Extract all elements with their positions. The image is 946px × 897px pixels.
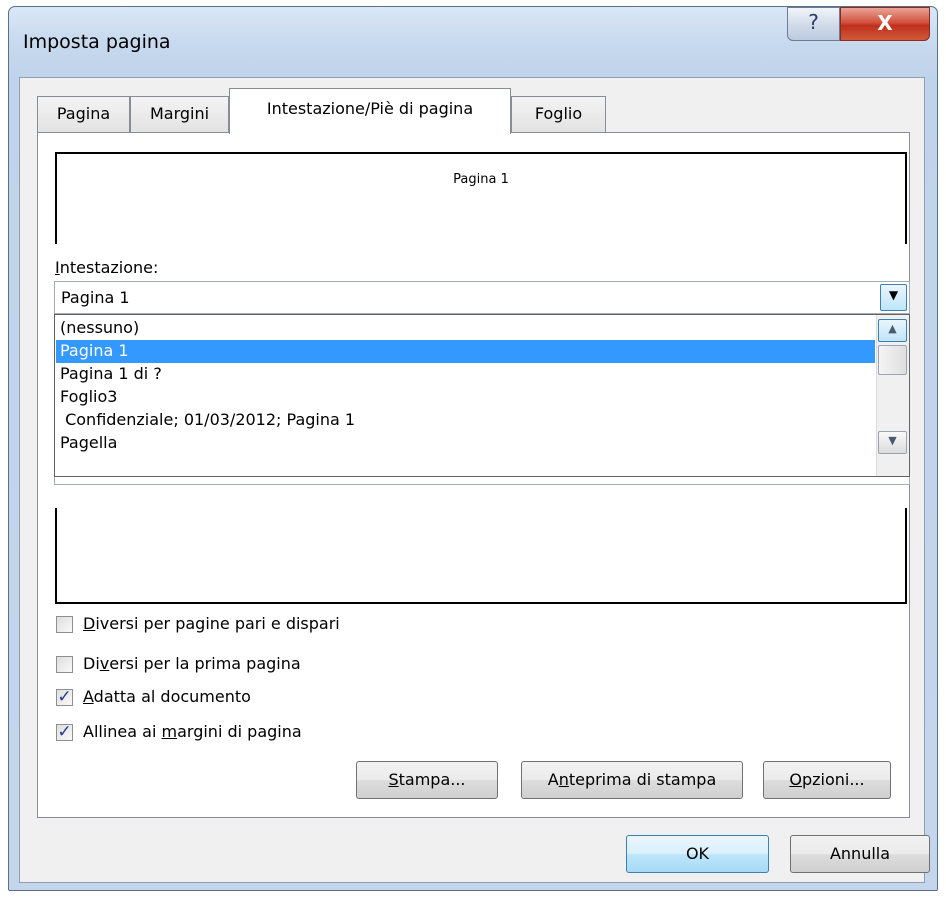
header-label: Intestazione: (55, 258, 158, 277)
tab-foglio[interactable]: Foglio (511, 96, 606, 132)
dropdown-option-confidenziale[interactable]: Confidenziale; 01/03/2012; Pagina 1 (56, 409, 875, 432)
header-select[interactable]: Pagina 1 ▼ (54, 281, 910, 314)
align-label-pre: Allinea ai (83, 722, 162, 741)
header-dropdown-list[interactable]: (nessuno) Pagina 1 Pagina 1 di ? Foglio3… (54, 314, 910, 477)
first-page-label[interactable]: Diversi per la prima pagina (83, 654, 301, 673)
checkmark-icon: ✓ (57, 687, 72, 707)
dropdown-option-nessuno[interactable]: (nessuno) (56, 317, 875, 340)
header-preview: Pagina 1 (55, 152, 907, 244)
header-label-text: ntestazione: (59, 258, 159, 277)
close-button[interactable]: X (840, 7, 930, 41)
help-icon: ? (808, 10, 819, 34)
print-label-post: tampa... (398, 770, 466, 789)
dropdown-option-foglio3[interactable]: Foglio3 (56, 386, 875, 409)
odd-even-label-post: iversi per pagine pari e dispari (95, 614, 340, 633)
odd-even-label-mnemonic: D (83, 614, 96, 633)
odd-even-checkbox[interactable] (56, 616, 73, 633)
dropdown-option-pagella[interactable]: Pagella (56, 432, 875, 455)
scroll-up-button[interactable]: ▲ (878, 319, 907, 342)
page-setup-dialog: Imposta pagina ? X Pagina Margini Intest… (8, 6, 938, 891)
dropdown-scrollbar[interactable]: ▲ ▼ (876, 315, 909, 476)
odd-even-label[interactable]: Diversi per pagine pari e dispari (83, 614, 340, 633)
preview-label-post: teprima di stampa (568, 770, 717, 789)
preview-label-mnemonic: n (558, 770, 569, 789)
align-margins-checkbox[interactable]: ✓ (56, 722, 73, 742)
scroll-down-button[interactable]: ▼ (878, 431, 907, 454)
dropdown-option-pagina-1[interactable]: Pagina 1 (56, 340, 875, 363)
first-page-label-mnemonic: v (99, 654, 110, 673)
arrow-down-icon: ▼ (888, 434, 897, 447)
options-label-post: pzioni... (801, 770, 865, 789)
align-label-post: argini di pagina (177, 722, 302, 741)
tab-margini[interactable]: Margini (130, 96, 229, 132)
dialog-client-area: Pagina Margini Intestazione/Piè di pagin… (19, 77, 930, 883)
first-page-checkbox[interactable] (56, 656, 73, 673)
tab-pagina[interactable]: Pagina (37, 96, 130, 132)
preview-label-pre: A (547, 770, 559, 789)
tab-intestazione-pie-di-pagina[interactable]: Intestazione/Piè di pagina (229, 88, 511, 134)
footer-preview (55, 508, 907, 604)
options-label-mnemonic: O (789, 770, 802, 789)
header-select-value: Pagina 1 (61, 288, 130, 307)
help-button[interactable]: ? (787, 7, 840, 41)
checkmark-icon: ✓ (57, 722, 72, 742)
header-select-dropdown-button[interactable]: ▼ (880, 284, 907, 311)
ok-button[interactable]: OK (626, 835, 769, 873)
scroll-thumb[interactable] (878, 345, 907, 375)
close-icon: X (877, 11, 893, 35)
print-preview-button[interactable]: Anteprima di stampa (521, 761, 743, 799)
align-label-mnemonic: m (161, 722, 178, 741)
chevron-down-icon: ▼ (888, 288, 899, 302)
scale-label-post: datta al documento (93, 687, 251, 706)
print-button[interactable]: Stampa... (356, 761, 498, 799)
arrow-up-icon: ▲ (888, 322, 897, 335)
align-margins-label[interactable]: Allinea ai margini di pagina (83, 722, 302, 741)
first-page-label-pre: Di (83, 654, 100, 673)
print-label-mnemonic: S (388, 770, 399, 789)
first-page-label-post: ersi per la prima pagina (109, 654, 301, 673)
scale-label-mnemonic: A (83, 687, 94, 706)
dialog-title: Imposta pagina (23, 31, 171, 53)
title-bar[interactable]: Imposta pagina ? X (9, 7, 937, 77)
scale-with-document-checkbox[interactable]: ✓ (56, 687, 73, 707)
header-preview-text: Pagina 1 (453, 172, 509, 187)
scale-with-document-label[interactable]: Adatta al documento (83, 687, 251, 706)
tab-panel: Pagina 1 Intestazione: Pagina 1 ▼ (nessu… (37, 132, 910, 818)
cancel-button[interactable]: Annulla (790, 835, 930, 873)
options-button[interactable]: Opzioni... (763, 761, 891, 799)
dropdown-option-pagina-1-di[interactable]: Pagina 1 di ? (56, 363, 875, 386)
